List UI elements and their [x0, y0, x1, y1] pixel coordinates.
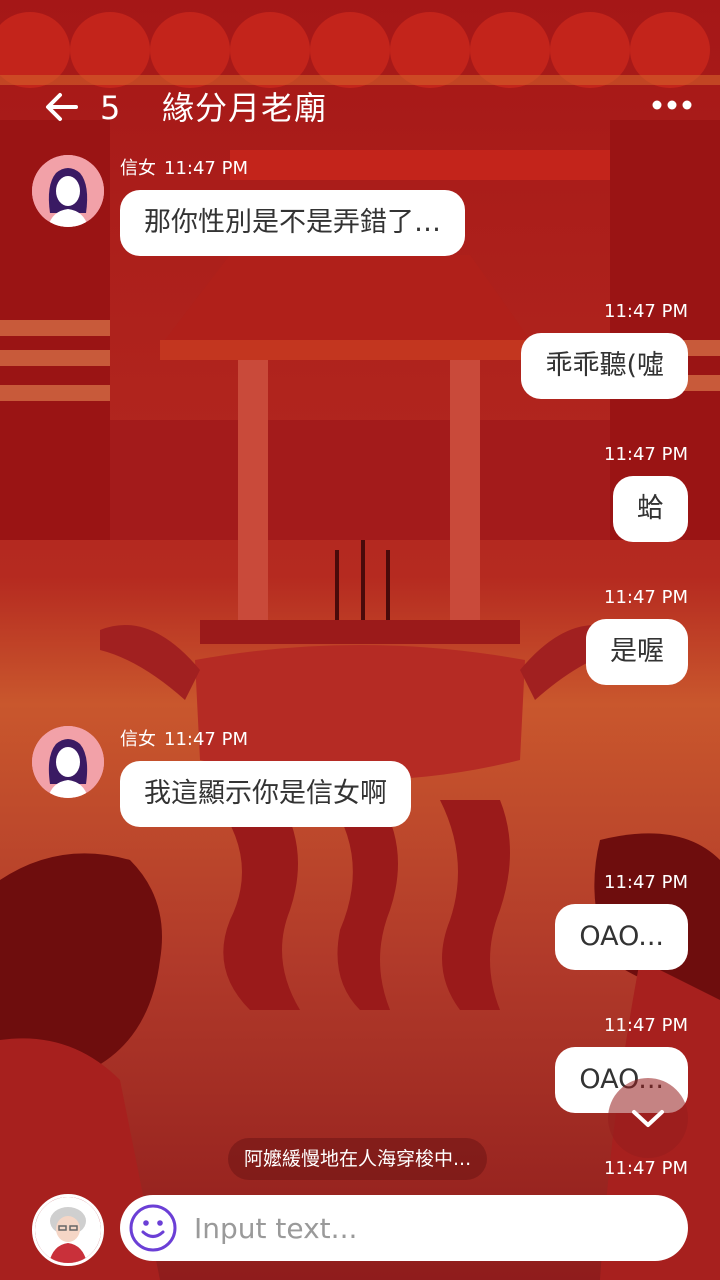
more-button[interactable]: [648, 88, 696, 122]
emoji-button[interactable]: [128, 1203, 178, 1253]
user-avatar[interactable]: [32, 1194, 104, 1266]
sender-name: 信女: [120, 158, 156, 179]
message-time: 11:47 PM: [604, 301, 688, 322]
message-time: 11:47 PM: [604, 872, 688, 893]
message-time: 11:47 PM: [604, 587, 688, 608]
arrow-left-icon: [46, 93, 78, 121]
sender-avatar[interactable]: [32, 155, 104, 227]
chevron-down-icon: [632, 1110, 664, 1127]
message-time: 11:47 PM: [604, 1015, 688, 1036]
message-input[interactable]: [194, 1203, 664, 1253]
message-bubble-incoming[interactable]: 那你性別是不是弄錯了…: [120, 190, 465, 256]
message-time: 11:47 PM: [604, 1158, 688, 1179]
message-input-box: [120, 1195, 688, 1261]
sender-name: 信女: [120, 729, 156, 750]
message-bubble-incoming[interactable]: 我這顯示你是信女啊: [120, 761, 411, 827]
message-bubble-outgoing[interactable]: 是喔: [586, 619, 688, 685]
woman-avatar-icon: [32, 155, 104, 227]
scroll-to-bottom-button[interactable]: [608, 1078, 688, 1158]
message-time: 11:47 PM: [604, 444, 688, 465]
back-button[interactable]: [40, 85, 84, 129]
message-bubble-outgoing[interactable]: OAO...: [555, 904, 688, 970]
message-time: 11:47 PM: [164, 158, 248, 179]
sender-avatar[interactable]: [32, 726, 104, 798]
unread-count: 5: [100, 89, 121, 127]
grandma-avatar-icon: [35, 1197, 101, 1263]
woman-avatar-icon: [32, 726, 104, 798]
message-bubble-outgoing[interactable]: 乖乖聽(噓: [521, 333, 688, 399]
chat-title: 緣分月老廟: [162, 89, 328, 127]
message-bubble-outgoing[interactable]: 蛤: [613, 476, 688, 542]
message-time: 11:47 PM: [164, 729, 248, 750]
chat-header: 5 緣分月老廟: [0, 70, 720, 140]
smiley-icon: [129, 1204, 177, 1252]
more-horizontal-icon: [652, 100, 692, 110]
status-toast: 阿嬤緩慢地在人海穿梭中...: [228, 1138, 488, 1180]
